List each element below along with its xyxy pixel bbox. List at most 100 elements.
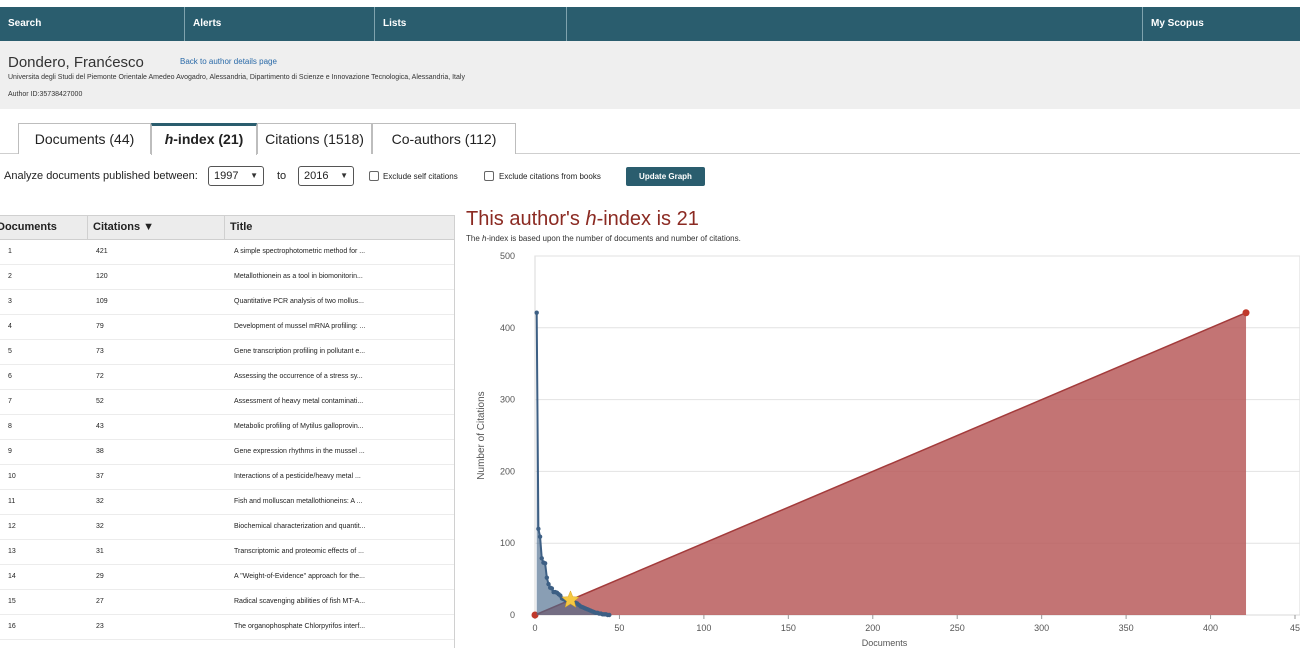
- table-row[interactable]: 6 72 Assessing the occurrence of a stress …: [0, 364, 454, 390]
- h-index-chart: 0 100 200 300 400 500 0 50 100 150 200 250 300 350 400…: [476, 251, 1300, 648]
- table-row[interactable]: 10 37 Interactions of a pesticide/heavy me…: [0, 464, 454, 490]
- filter-label: Analyze documents published between:: [4, 170, 198, 182]
- from-year-select[interactable]: 1997 ▼: [208, 166, 264, 186]
- row-document-number: 12: [8, 523, 16, 530]
- tab-h-index[interactable]: h-index (21): [151, 123, 257, 155]
- column-citations[interactable]: Citations ▼: [88, 216, 225, 239]
- row-document-number: 16: [8, 623, 16, 630]
- document-point: [539, 556, 544, 561]
- filter-bar: Analyze documents published between: 199…: [0, 165, 1300, 187]
- table-header: Documents Citations ▼ Title: [0, 215, 454, 240]
- row-citations: 29: [96, 573, 104, 580]
- row-citations: 109: [96, 298, 108, 305]
- tab-h-index-label: -index (21): [173, 131, 244, 147]
- row-document-number: 7: [8, 398, 12, 405]
- row-document-number: 13: [8, 548, 16, 555]
- nav-lists[interactable]: Lists: [375, 7, 567, 41]
- x-tick-label: 250: [950, 623, 965, 633]
- x-axis-label: Documents: [862, 638, 908, 648]
- table-row[interactable]: 9 38 Gene expression rhythms in the mussel…: [0, 439, 454, 465]
- x-tick-label: 100: [696, 623, 711, 633]
- tab-documents[interactable]: Documents (44): [18, 123, 151, 154]
- row-document-number: 11: [8, 498, 16, 505]
- table-row[interactable]: 14 29 A "Weight-of-Evidence" approach for …: [0, 564, 454, 590]
- table-row[interactable]: 7 52 Assessment of heavy metal contaminati…: [0, 389, 454, 415]
- from-year-value: 1997: [214, 170, 239, 182]
- y-tick-label: 400: [500, 323, 515, 333]
- row-document-number: 15: [8, 598, 16, 605]
- row-document-number: 6: [8, 373, 12, 380]
- tab-co-authors[interactable]: Co-authors (112): [372, 123, 516, 154]
- row-citations: 79: [96, 323, 104, 330]
- to-year-select[interactable]: 2016 ▼: [298, 166, 354, 186]
- row-title[interactable]: Metabolic profiling of Mytilus galloprov…: [234, 414, 364, 439]
- row-document-number: 9: [8, 448, 12, 455]
- row-title[interactable]: Development of mussel mRNA profiling: ..…: [234, 314, 366, 339]
- document-point: [607, 612, 612, 618]
- row-title[interactable]: Radical scavenging abilities of fish MT-…: [234, 589, 365, 614]
- row-title[interactable]: The organophosphate Chlorpyrifos interf.…: [234, 614, 365, 639]
- row-title[interactable]: Interactions of a pesticide/heavy metal …: [234, 464, 361, 489]
- table-row[interactable]: 3 109 Quantitative PCR analysis of two mol…: [0, 289, 454, 315]
- top-navigation: Search Alerts Lists My Scopus: [0, 7, 1300, 41]
- row-citations: 38: [96, 448, 104, 455]
- x-tick-label: 150: [781, 623, 796, 633]
- nav-alerts[interactable]: Alerts: [185, 7, 375, 41]
- row-document-number: 5: [8, 348, 12, 355]
- table-row[interactable]: 11 32 Fish and molluscan metallothioneins:…: [0, 489, 454, 515]
- table-row[interactable]: 15 27 Radical scavenging abilities of fish…: [0, 589, 454, 615]
- row-title[interactable]: Biochemical characterization and quantit…: [234, 514, 366, 539]
- row-title[interactable]: A simple spectrophotometric method for .…: [234, 239, 365, 264]
- exclude-self-label: Exclude self citations: [383, 172, 458, 181]
- exclude-books-checkbox[interactable]: [484, 171, 494, 181]
- table-row[interactable]: 8 43 Metabolic profiling of Mytilus gallop…: [0, 414, 454, 440]
- exclude-self-checkbox[interactable]: [369, 171, 379, 181]
- table-row[interactable]: 12 32 Biochemical characterization and qua…: [0, 514, 454, 540]
- row-citations: 32: [96, 498, 104, 505]
- back-to-author-link[interactable]: Back to author details page: [180, 57, 277, 66]
- nav-search[interactable]: Search: [0, 7, 185, 41]
- table-row[interactable]: 5 73 Gene transcription profiling in pollu…: [0, 339, 454, 365]
- table-row[interactable]: 16 23 The organophosphate Chlorpyrifos int…: [0, 614, 454, 640]
- column-title[interactable]: Title: [225, 216, 454, 239]
- row-document-number: 8: [8, 423, 12, 430]
- chevron-down-icon: ▼: [250, 171, 258, 180]
- row-title[interactable]: Metallothionein as a tool in biomonitori…: [234, 264, 363, 289]
- h-index-title: This author's h-index is 21: [466, 208, 699, 231]
- row-title[interactable]: Fish and molluscan metallothioneins: A .…: [234, 489, 362, 514]
- nav-my-scopus[interactable]: My Scopus: [1143, 7, 1300, 41]
- row-citations: 37: [96, 473, 104, 480]
- table-row[interactable]: 13 31 Transcriptomic and proteomic effects…: [0, 539, 454, 565]
- row-citations: 72: [96, 373, 104, 380]
- row-document-number: 4: [8, 323, 12, 330]
- row-title[interactable]: Gene expression rhythms in the mussel ..…: [234, 439, 365, 464]
- table-row[interactable]: 2 120 Metallothionein as a tool in biomoni…: [0, 264, 454, 290]
- table-row[interactable]: 4 79 Development of mussel mRNA profiling:…: [0, 314, 454, 340]
- y-tick-label: 200: [500, 466, 515, 476]
- chevron-down-icon: ▼: [340, 171, 348, 180]
- tab-citations[interactable]: Citations (1518): [257, 123, 372, 154]
- author-name: Dondero, Franćesco: [8, 54, 144, 71]
- column-documents[interactable]: Documents: [0, 216, 88, 239]
- update-graph-button[interactable]: Update Graph: [626, 167, 705, 186]
- title-h: h: [585, 208, 597, 230]
- author-affiliation: Universita degli Studi del Piemonte Orie…: [8, 74, 465, 81]
- tab-bar: Documents (44) h-index (21) Citations (1…: [0, 123, 1300, 155]
- row-title[interactable]: Assessing the occurrence of a stress sy.…: [234, 364, 363, 389]
- row-document-number: 14: [8, 573, 16, 580]
- table-row[interactable]: 1 421 A simple spectrophotometric method f…: [0, 239, 454, 265]
- documents-table: Documents Citations ▼ Title 1 421 A simple…: [0, 215, 455, 648]
- row-title[interactable]: Assessment of heavy metal contaminati...: [234, 389, 363, 414]
- author-header: Dondero, Franćesco Back to author detail…: [0, 41, 1300, 109]
- document-point: [537, 534, 543, 539]
- row-title[interactable]: Quantitative PCR analysis of two mollus.…: [234, 289, 364, 314]
- row-citations: 73: [96, 348, 104, 355]
- row-title[interactable]: A "Weight-of-Evidence" approach for the.…: [234, 564, 365, 589]
- y-tick-label: 500: [500, 251, 515, 261]
- row-title[interactable]: Transcriptomic and proteomic effects of …: [234, 539, 364, 564]
- row-title[interactable]: Gene transcription profiling in pollutan…: [234, 339, 365, 364]
- tab-h-index-h: h: [164, 131, 174, 147]
- x-tick-label: 45: [1290, 623, 1300, 633]
- row-citations: 120: [96, 273, 108, 280]
- x-tick-label: 300: [1034, 623, 1049, 633]
